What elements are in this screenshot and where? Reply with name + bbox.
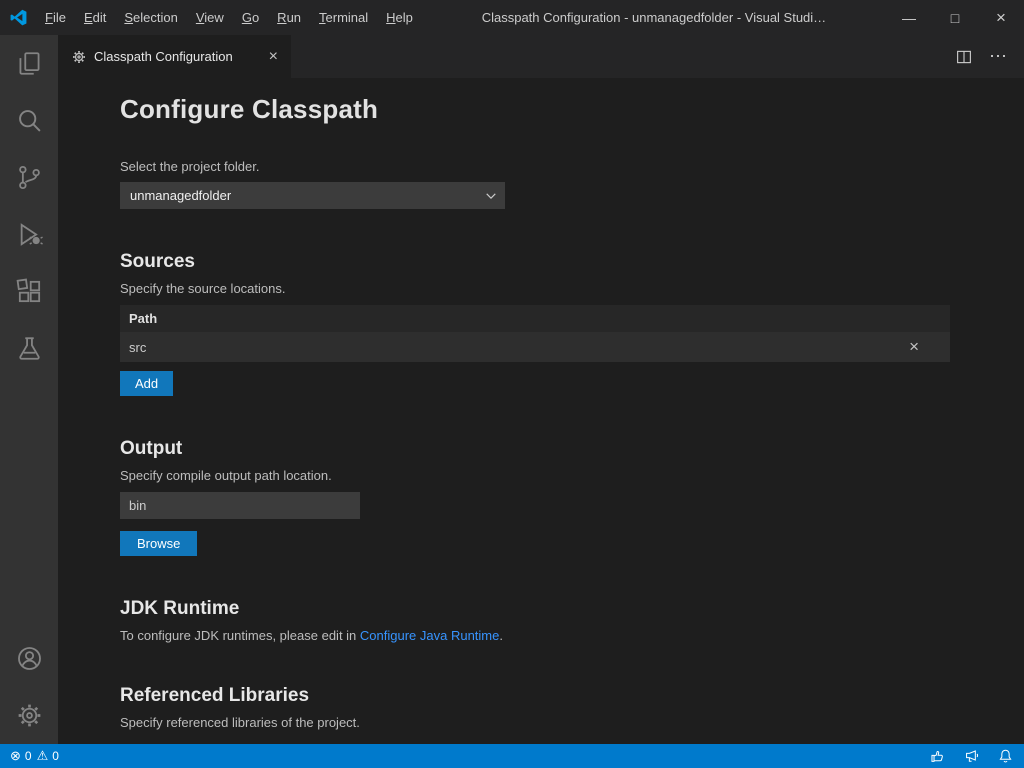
chevron-down-icon [485, 190, 497, 202]
output-heading: Output [120, 438, 950, 460]
tab-label: Classpath Configuration [94, 49, 233, 64]
search-icon[interactable] [0, 92, 58, 149]
menu-edit[interactable]: Edit [75, 0, 115, 35]
window-controls: — □ × [886, 0, 1024, 35]
menu-terminal[interactable]: Terminal [310, 0, 377, 35]
tab-classpath-configuration[interactable]: Classpath Configuration × [58, 35, 291, 78]
close-window-button[interactable]: × [978, 0, 1024, 35]
sources-table-header: Path [120, 305, 950, 332]
sources-description: Specify the source locations. [120, 281, 950, 296]
sources-table: Path src × [120, 305, 950, 362]
editor-actions: ⋯ [955, 35, 1024, 78]
settings-gear-icon[interactable] [0, 687, 58, 744]
configure-java-runtime-link[interactable]: Configure Java Runtime [360, 628, 499, 643]
jdk-runtime-heading: JDK Runtime [120, 598, 950, 620]
menu-selection[interactable]: Selection [115, 0, 186, 35]
project-folder-select[interactable]: unmanagedfolder [120, 182, 505, 209]
activity-bar [0, 35, 58, 744]
menu-help[interactable]: Help [377, 0, 422, 35]
feedback-thumbsup-icon[interactable] [929, 748, 946, 765]
add-source-button[interactable]: Add [120, 371, 173, 396]
classpath-tab-icon [71, 49, 87, 65]
warning-icon: ⚠ [37, 748, 49, 764]
menu-file[interactable]: File [36, 0, 75, 35]
jdk-text-prefix: To configure JDK runtimes, please edit i… [120, 628, 360, 643]
error-icon: ⊗ [10, 748, 21, 764]
referenced-libraries-heading: Referenced Libraries [120, 685, 950, 707]
accounts-icon[interactable] [0, 630, 58, 687]
project-folder-label: Select the project folder. [120, 159, 950, 174]
title-bar: File Edit Selection View Go Run Terminal… [0, 0, 1024, 35]
path-column-header: Path [129, 311, 157, 326]
main-region: Classpath Configuration × ⋯ Configure Cl… [0, 35, 1024, 744]
explorer-icon[interactable] [0, 35, 58, 92]
source-path-row[interactable]: src × [120, 332, 950, 362]
output-description: Specify compile output path location. [120, 468, 950, 483]
menu-go[interactable]: Go [233, 0, 268, 35]
source-path-value: src [129, 340, 146, 355]
testing-icon[interactable] [0, 320, 58, 377]
status-bar-right [929, 748, 1014, 765]
status-bar: ⊗ 0 ⚠ 0 [0, 744, 1024, 768]
more-actions-icon[interactable]: ⋯ [989, 46, 1008, 67]
split-editor-icon[interactable] [955, 48, 973, 66]
remove-source-icon[interactable]: × [905, 337, 941, 357]
jdk-runtime-text: To configure JDK runtimes, please edit i… [120, 628, 950, 643]
error-count: 0 [25, 749, 32, 763]
browse-output-button[interactable]: Browse [120, 531, 197, 556]
minimize-button[interactable]: — [886, 0, 932, 35]
menu-view[interactable]: View [187, 0, 233, 35]
output-path-input[interactable] [120, 492, 360, 519]
vscode-logo-icon [0, 8, 36, 27]
warning-count: 0 [52, 749, 59, 763]
notifications-bell-icon[interactable] [997, 748, 1014, 765]
editor-area: Classpath Configuration × ⋯ Configure Cl… [58, 35, 1024, 744]
menu-bar: File Edit Selection View Go Run Terminal… [36, 0, 422, 35]
source-control-icon[interactable] [0, 149, 58, 206]
problems-status[interactable]: ⊗ 0 ⚠ 0 [10, 748, 59, 764]
tab-close-icon[interactable]: × [266, 48, 281, 66]
jdk-text-suffix: . [499, 628, 503, 643]
announcement-megaphone-icon[interactable] [963, 748, 980, 765]
sources-heading: Sources [120, 251, 950, 273]
referenced-libraries-description: Specify referenced libraries of the proj… [120, 715, 950, 730]
extensions-icon[interactable] [0, 263, 58, 320]
window-title: Classpath Configuration - unmanagedfolde… [422, 10, 886, 25]
menu-run[interactable]: Run [268, 0, 310, 35]
project-folder-selected-value: unmanagedfolder [130, 188, 231, 203]
maximize-button[interactable]: □ [932, 0, 978, 35]
run-debug-icon[interactable] [0, 206, 58, 263]
page-title: Configure Classpath [120, 94, 950, 125]
classpath-configuration-page: Configure Classpath Select the project f… [58, 78, 1024, 744]
tab-bar: Classpath Configuration × ⋯ [58, 35, 1024, 78]
